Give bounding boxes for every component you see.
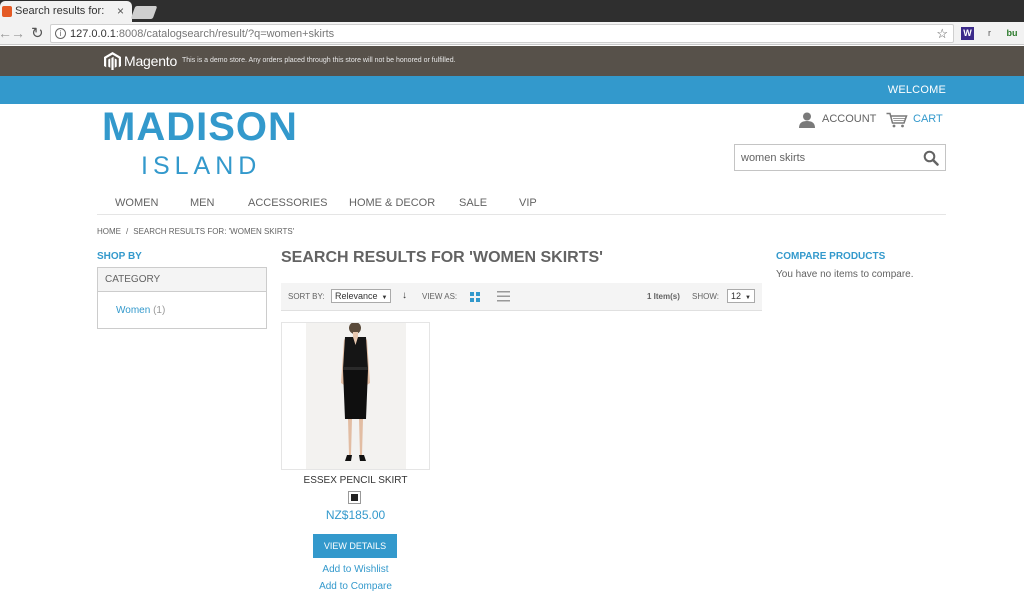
shop-by-heading: SHOP BY [97, 251, 142, 262]
url-path: :8008/catalogsearch/result/?q=women+skir… [115, 28, 335, 40]
item-count: 1 Item(s) [647, 292, 680, 301]
store-logo-line1[interactable]: MADISON [102, 107, 298, 147]
product-photo-pencil-skirt [306, 322, 406, 469]
breadcrumb: HOME / SEARCH RESULTS FOR: 'WOMEN SKIRTS' [97, 227, 294, 236]
breadcrumb-home[interactable]: HOME [97, 227, 121, 236]
nav-item-women[interactable]: WOMEN [115, 197, 158, 209]
address-url: 127.0.0.1:8008/catalogsearch/result/?q=w… [70, 28, 334, 40]
sort-direction-icon[interactable]: ↓ [402, 290, 407, 301]
search-icon[interactable] [923, 150, 939, 166]
breadcrumb-separator: / [126, 227, 129, 236]
add-to-wishlist-link[interactable]: Add to Wishlist [281, 564, 430, 575]
breadcrumb-current: SEARCH RESULTS FOR: 'WOMEN SKIRTS' [133, 227, 295, 236]
show-label: SHOW: [692, 292, 719, 301]
demo-notice-bar: Magento This is a demo store. Any orders… [0, 46, 1024, 76]
cart-icon [886, 112, 908, 128]
browser-toolbar: ← → ↻ i 127.0.0.1:8008/catalogsearch/res… [0, 22, 1024, 45]
compare-products-heading: COMPARE PRODUCTS [776, 251, 886, 262]
tab-close-icon[interactable]: × [117, 4, 124, 18]
account-label: ACCOUNT [822, 113, 877, 125]
category-header[interactable]: CATEGORY [98, 268, 266, 292]
color-swatch[interactable] [348, 491, 361, 504]
sort-by-label: SORT BY: [288, 292, 325, 301]
info-icon[interactable]: i [55, 28, 66, 39]
list-view-icon[interactable] [497, 291, 510, 302]
grid-view-icon[interactable] [470, 292, 480, 302]
new-tab-button[interactable] [130, 6, 158, 19]
add-to-compare-link[interactable]: Add to Compare [281, 581, 430, 592]
store-logo-line2[interactable]: ISLAND [141, 152, 261, 180]
dropdown-arrow-icon: ▼ [381, 295, 388, 301]
category-filter-label: Women [116, 305, 151, 316]
user-icon [799, 112, 815, 128]
url-host: 127.0.0.1 [70, 28, 116, 40]
browser-tab[interactable]: Search results for: 'women skirts' × [0, 1, 132, 22]
search-input[interactable] [735, 145, 915, 170]
limit-select[interactable]: 12 ▼ [727, 289, 755, 303]
nav-item-men[interactable]: MEN [190, 197, 214, 209]
sort-by-select[interactable]: Relevance ▼ [331, 289, 392, 303]
dropdown-arrow-icon: ▼ [745, 295, 751, 301]
category-filter-women[interactable]: Women (1) [116, 305, 165, 316]
forward-arrow-icon[interactable]: → [11, 25, 25, 41]
reload-icon[interactable]: ↻ [31, 24, 44, 42]
color-swatch-fill [351, 494, 358, 501]
category-header-label: CATEGORY [105, 274, 161, 285]
nav-item-accessories[interactable]: ACCESSORIES [248, 197, 327, 209]
view-details-button[interactable]: VIEW DETAILS [313, 534, 397, 558]
bookmark-star-icon[interactable]: ☆ [936, 26, 948, 42]
extension-bu-icon[interactable]: bu [1003, 27, 1021, 40]
nav-item-sale[interactable]: SALE [459, 197, 487, 209]
magento-brand-text: Magento [124, 53, 178, 69]
nav-item-vip[interactable]: VIP [519, 197, 537, 209]
browser-tab-bar: Search results for: 'women skirts' × [0, 0, 1024, 22]
welcome-bar: WELCOME [0, 76, 1024, 104]
page-title: SEARCH RESULTS FOR 'WOMEN SKIRTS' [281, 249, 603, 266]
demo-notice-text: This is a demo store. Any orders placed … [182, 57, 456, 64]
search-box [734, 144, 946, 171]
address-bar[interactable]: i 127.0.0.1:8008/catalogsearch/result/?q… [50, 24, 954, 43]
extension-w-icon[interactable]: W [961, 27, 974, 40]
main-navigation: WOMEN MEN ACCESSORIES HOME & DECOR SALE … [97, 190, 946, 215]
limit-value: 12 [731, 291, 742, 301]
cart-label: CART [913, 113, 943, 125]
product-toolbar: SORT BY: Relevance ▼ ↓ VIEW AS: 1 Item(s)… [281, 283, 762, 311]
category-filter-box: CATEGORY Women (1) [97, 267, 267, 329]
magento-logo-icon [104, 52, 121, 70]
product-name[interactable]: ESSEX PENCIL SKIRT [281, 475, 430, 486]
nav-item-home-decor[interactable]: HOME & DECOR [349, 197, 435, 209]
compare-empty-text: You have no items to compare. [776, 269, 914, 280]
product-image[interactable] [281, 322, 430, 470]
view-as-label: VIEW AS: [422, 292, 458, 301]
welcome-text: WELCOME [887, 84, 946, 96]
extension-r-icon[interactable]: r [983, 27, 996, 40]
magento-favicon-icon [2, 6, 12, 17]
category-filter-count: (1) [153, 305, 166, 316]
sort-by-value: Relevance [335, 291, 378, 301]
browser-tab-title: Search results for: 'women skirts' [15, 5, 107, 17]
product-price: NZ$185.00 [325, 508, 386, 522]
